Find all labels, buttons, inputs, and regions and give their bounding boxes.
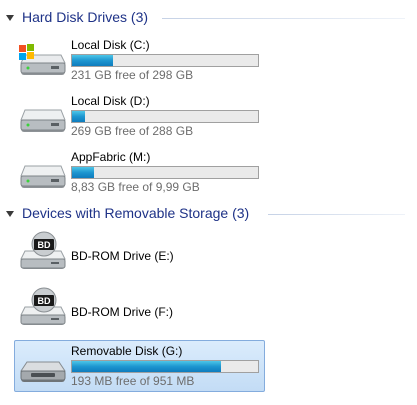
usage-bar <box>71 54 259 67</box>
drive-name: Local Disk (C:) <box>71 38 150 52</box>
free-space-text: 193 MB free of 951 MB <box>71 374 195 388</box>
drive-item-c[interactable]: Local Disk (C:) 231 GB free of 298 GB <box>14 36 265 84</box>
drive-item-e[interactable]: BD BD-ROM Drive (E:) <box>14 228 265 278</box>
drive-name: Local Disk (D:) <box>71 94 150 108</box>
group-title: Hard Disk Drives (3) <box>22 9 149 25</box>
usage-bar-fill <box>72 361 221 372</box>
free-space-text: 231 GB free of 298 GB <box>71 68 194 82</box>
group-header-hard-disk-drives[interactable]: Hard Disk Drives (3) <box>0 8 417 30</box>
drive-item-g[interactable]: Removable Disk (G:) 193 MB free of 951 M… <box>14 340 265 392</box>
removable-drive-icon <box>17 345 71 389</box>
svg-text:BD: BD <box>38 240 51 250</box>
drive-item-d[interactable]: Local Disk (D:) 269 GB free of 288 GB <box>14 92 265 140</box>
free-space-text: 269 GB free of 288 GB <box>71 124 194 138</box>
usage-bar-fill <box>72 55 113 66</box>
usage-bar <box>71 166 259 179</box>
group-divider <box>162 18 405 19</box>
group-header-removable-storage[interactable]: Devices with Removable Storage (3) <box>0 204 417 226</box>
usage-bar-fill <box>72 167 95 178</box>
usage-bar <box>71 110 259 123</box>
drive-name: Removable Disk (G:) <box>71 344 183 358</box>
collapse-arrow-icon[interactable] <box>6 15 14 21</box>
collapse-arrow-icon[interactable] <box>6 211 14 217</box>
usage-bar <box>71 360 259 373</box>
group-title: Devices with Removable Storage (3) <box>22 205 250 221</box>
drive-name: AppFabric (M:) <box>71 150 151 164</box>
usage-bar-fill <box>72 111 86 122</box>
drive-item-f[interactable]: BD BD-ROM Drive (F:) <box>14 284 265 334</box>
free-space-text: 8,83 GB free of 9,99 GB <box>71 180 200 194</box>
group-divider <box>268 214 405 215</box>
drive-item-m[interactable]: AppFabric (M:) 8,83 GB free of 9,99 GB <box>14 148 265 196</box>
drive-name: BD-ROM Drive (F:) <box>71 305 173 319</box>
hard-drive-icon <box>17 96 71 140</box>
bd-rom-drive-icon: BD <box>17 287 71 331</box>
windows-drive-icon <box>17 39 71 83</box>
drive-name: BD-ROM Drive (E:) <box>71 249 174 263</box>
svg-text:BD: BD <box>38 296 51 306</box>
bd-rom-drive-icon: BD <box>17 231 71 275</box>
hard-drive-icon <box>17 152 71 196</box>
